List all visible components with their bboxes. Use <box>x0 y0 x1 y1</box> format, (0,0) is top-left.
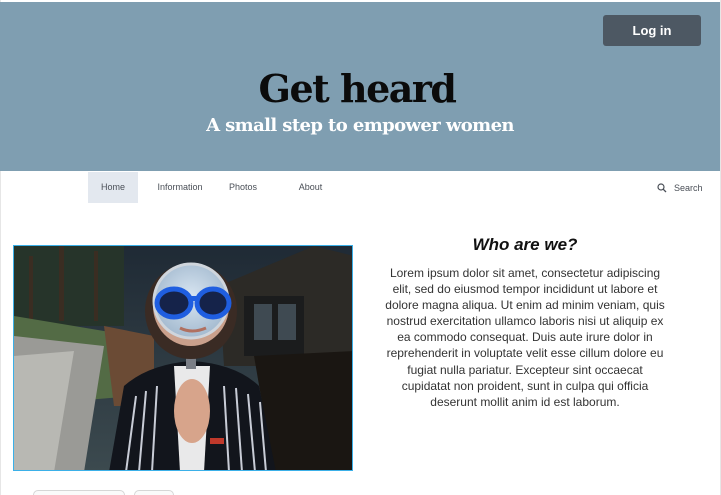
page-title: Get heard <box>258 66 457 111</box>
login-button[interactable]: Log in <box>603 15 701 46</box>
main-nav: Home Information Photos About Search <box>0 172 720 203</box>
section-heading: Who are we? <box>472 235 578 254</box>
page-subtitle: A small step to empower women <box>206 115 514 136</box>
hero-banner: Log in Get heard A small step to empower… <box>0 2 720 171</box>
section-body-text: Lorem ipsum dolor sit amet, consectetur … <box>385 266 665 409</box>
partial-button[interactable] <box>33 490 125 495</box>
search-icon <box>657 182 667 192</box>
nav-item-about[interactable]: About <box>288 172 333 203</box>
woman-magnifying-glass-image <box>14 246 352 470</box>
nav-item-photos[interactable]: Photos <box>220 172 266 203</box>
search-button[interactable]: Search <box>657 172 703 203</box>
nav-item-home[interactable]: Home <box>88 172 138 203</box>
hero-photo <box>13 245 353 471</box>
nav-item-information[interactable]: Information <box>150 172 210 203</box>
search-label: Search <box>674 182 703 193</box>
partial-button[interactable] <box>134 490 174 495</box>
